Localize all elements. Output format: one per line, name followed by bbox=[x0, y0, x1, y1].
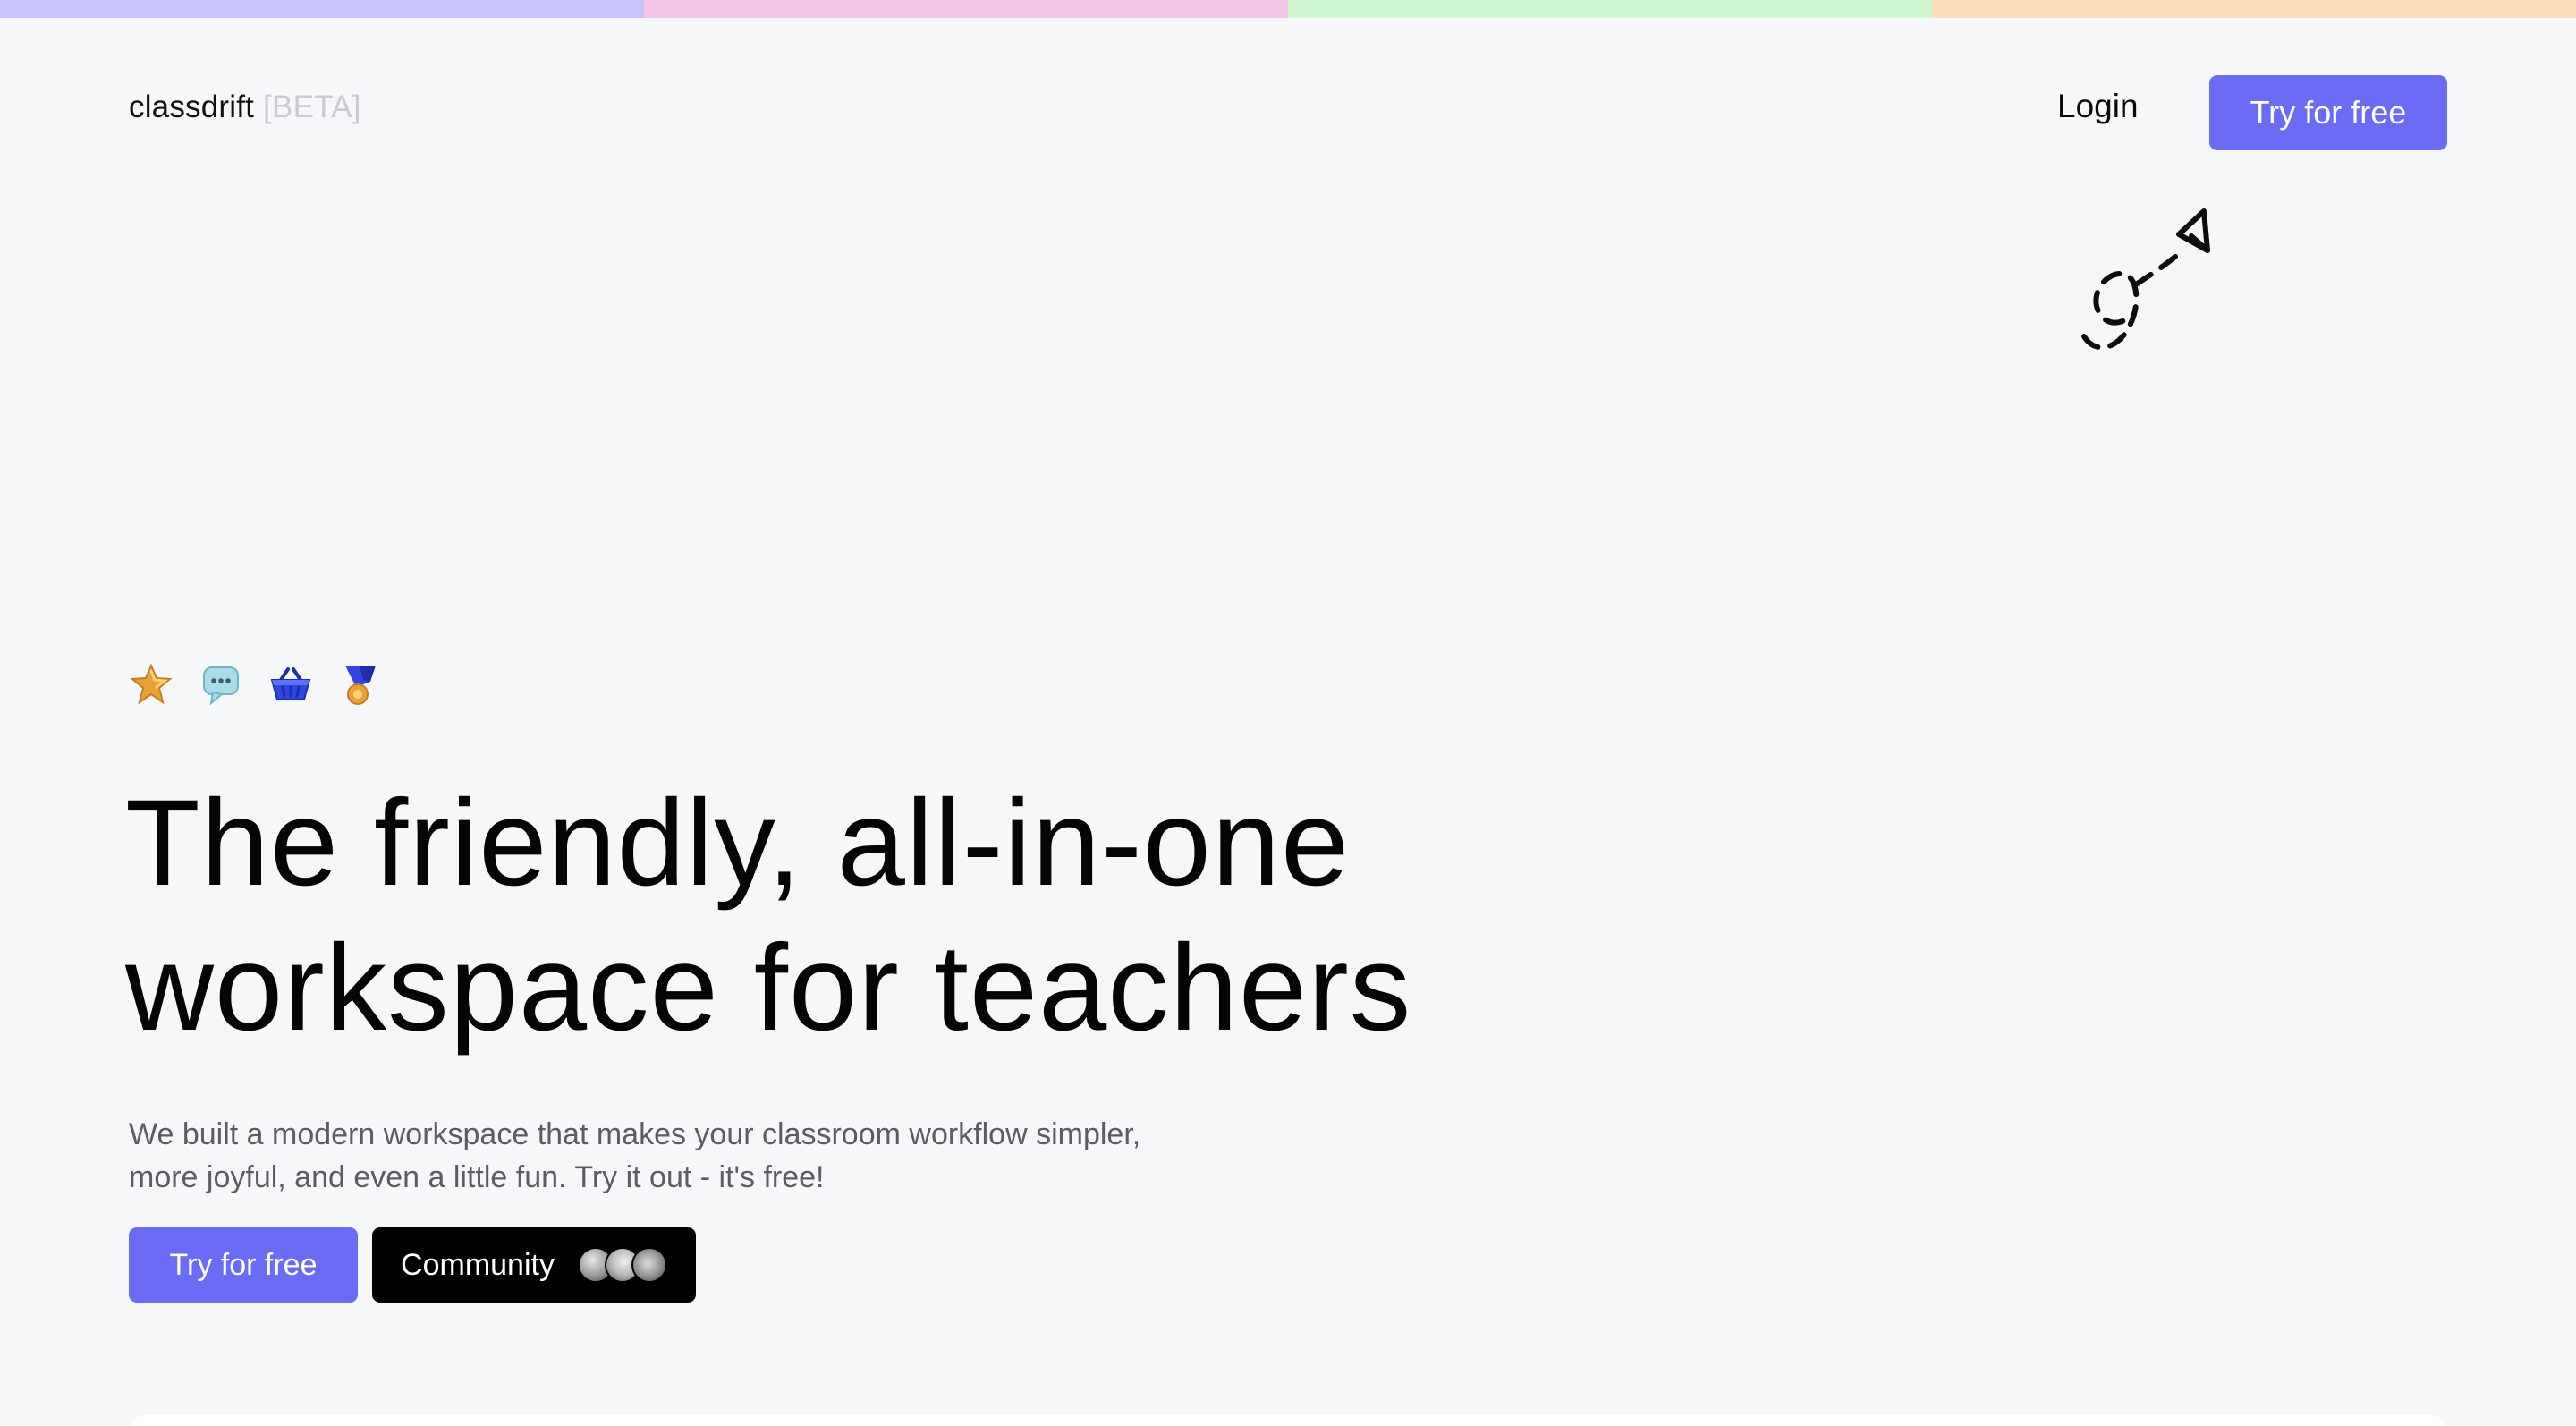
hero-headline-line-2: workspace for teachers bbox=[125, 920, 1412, 1057]
hero-subtitle-line-2: more joyful, and even a little fun. Try … bbox=[129, 1160, 825, 1194]
logo-name: classdrift bbox=[129, 89, 255, 124]
chat-bubble-icon bbox=[199, 662, 243, 707]
hero-cta-row: Try for free Community bbox=[129, 1227, 696, 1303]
community-button[interactable]: Community bbox=[372, 1227, 696, 1303]
beta-tag: [BETA] bbox=[263, 89, 361, 124]
stripe-segment-green bbox=[1288, 0, 1932, 18]
login-link[interactable]: Login bbox=[2057, 88, 2139, 125]
preview-card-edge bbox=[129, 1415, 2447, 1426]
top-color-stripe bbox=[0, 0, 2576, 18]
nav-try-free-button[interactable]: Try for free bbox=[2209, 75, 2447, 150]
feature-icons bbox=[129, 662, 383, 707]
community-avatars bbox=[577, 1247, 667, 1283]
landing-page: classdrift [BETA] Login Try for free The… bbox=[0, 0, 2576, 1426]
stripe-segment-purple bbox=[0, 0, 644, 18]
hero-try-free-button[interactable]: Try for free bbox=[129, 1227, 358, 1303]
hero-subtitle: We built a modern workspace that makes y… bbox=[129, 1113, 1345, 1199]
hero-headline: The friendly, all-in-one workspace for t… bbox=[125, 771, 1646, 1061]
basket-icon bbox=[268, 662, 313, 707]
star-icon bbox=[129, 662, 174, 707]
hero-headline-line-1: The friendly, all-in-one bbox=[125, 775, 1351, 912]
avatar bbox=[631, 1247, 667, 1283]
stripe-segment-pink bbox=[644, 0, 1288, 18]
paper-plane-doodle-icon bbox=[2081, 208, 2210, 351]
stripe-segment-orange bbox=[1932, 0, 2576, 18]
medal-icon bbox=[338, 662, 383, 707]
hero-subtitle-line-1: We built a modern workspace that makes y… bbox=[129, 1117, 1141, 1151]
community-button-label: Community bbox=[401, 1247, 555, 1282]
logo[interactable]: classdrift [BETA] bbox=[129, 89, 361, 125]
